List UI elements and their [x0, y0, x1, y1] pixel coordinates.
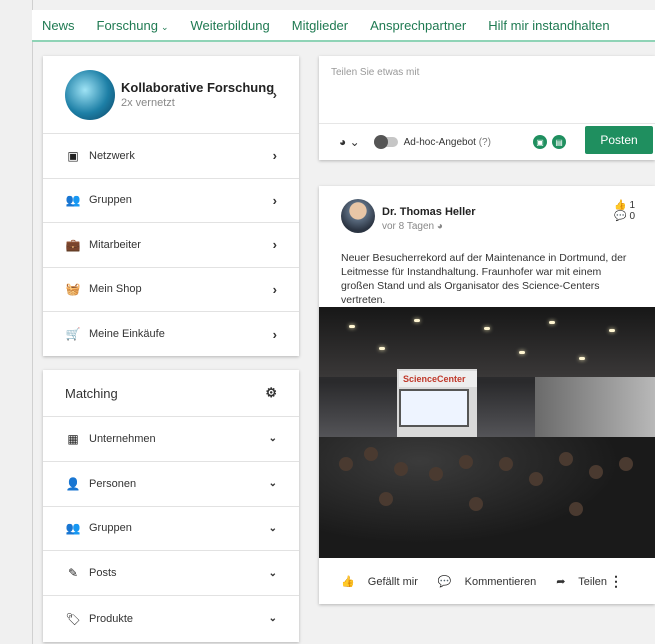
- address-book-icon: ▣: [67, 148, 79, 163]
- author-name[interactable]: Dr. Thomas Heller: [382, 206, 476, 218]
- reaction-counts: 👍 1 💬 0: [614, 200, 635, 222]
- menu-item-label: Mitarbeiter: [89, 238, 141, 251]
- chevron-right-icon: ›: [272, 326, 277, 342]
- profile-header[interactable]: Kollaborative Forschung 2x vernetzt ›: [43, 56, 299, 134]
- avatar: [65, 69, 115, 120]
- chevron-right-icon: ›: [272, 87, 277, 102]
- matching-header: Matching ⚙: [43, 370, 299, 417]
- comment-button[interactable]: 💬 Kommentieren: [438, 575, 546, 588]
- menu-item-netzwerk[interactable]: ▣ Netzwerk ›: [43, 134, 299, 179]
- nav-weiterbildung[interactable]: Weiterbildung: [190, 18, 269, 33]
- group-icon: 👥: [65, 521, 81, 536]
- building-icon: ▦: [67, 431, 79, 446]
- nav-ansprechpartner[interactable]: Ansprechpartner: [370, 18, 466, 33]
- matching-item-label: Gruppen: [89, 522, 132, 535]
- chevron-down-icon: ⌄: [268, 433, 277, 445]
- composer-card: Teilen Sie etwas mit ◕ ⌄ Ad-hoc-Angebot …: [319, 56, 655, 160]
- adhoc-label: Ad-hoc-Angebot (?): [403, 136, 491, 148]
- matching-item-unternehmen[interactable]: ▦ Unternehmen ⌄: [43, 417, 299, 462]
- nav-news[interactable]: News: [42, 18, 75, 33]
- edit-icon: ✎: [67, 566, 79, 581]
- globe-icon: ◕: [436, 221, 443, 232]
- person-icon: 👤: [65, 476, 81, 491]
- chevron-right-icon: ›: [272, 281, 277, 297]
- matching-item-label: Produkte: [89, 612, 134, 625]
- menu-item-label: Meine Einkäufe: [89, 328, 165, 341]
- chevron-right-icon: ›: [272, 148, 277, 164]
- post-photo[interactable]: ScienceCenter: [319, 307, 655, 558]
- author-avatar[interactable]: [341, 199, 375, 233]
- tag-icon: 🏷: [65, 611, 81, 626]
- more-options-icon[interactable]: ⋮: [609, 573, 623, 590]
- menu-item-label: Netzwerk: [89, 149, 135, 162]
- share-icon: ➦: [556, 575, 566, 588]
- matching-card: Matching ⚙ ▦ Unternehmen ⌄ 👤 Personen ⌄ …: [43, 370, 299, 642]
- cart-icon: 🛒: [65, 327, 81, 342]
- nav-forschung[interactable]: Forschung ⌄: [97, 18, 169, 33]
- matching-item-produkte[interactable]: 🏷 Produkte ⌄: [43, 596, 299, 641]
- chevron-right-icon: ›: [272, 192, 277, 208]
- post-text-input[interactable]: Teilen Sie etwas mit: [319, 56, 655, 124]
- adhoc-toggle[interactable]: [373, 135, 398, 149]
- feed-post-card: Dr. Thomas Heller vor 8 Tagen ◕ 👍 1 💬 0 …: [319, 186, 655, 604]
- thumbs-up-icon: 👍: [614, 200, 627, 211]
- matching-item-label: Personen: [89, 477, 137, 490]
- chevron-right-icon: ›: [272, 237, 277, 253]
- chevron-down-icon: ⌄: [268, 613, 277, 625]
- thumbs-up-icon: 👍: [341, 575, 355, 588]
- like-button[interactable]: 👍 Gefällt mir: [341, 575, 428, 588]
- comment-icon: 💬: [437, 575, 452, 588]
- matching-item-posts[interactable]: ✎ Posts ⌄: [43, 551, 299, 597]
- profile-menu-card: Kollaborative Forschung 2x vernetzt › ▣ …: [43, 56, 299, 356]
- chevron-down-icon: ⌄: [268, 522, 277, 534]
- top-navigation: News Forschung ⌄ Weiterbildung Mitglieder…: [32, 10, 655, 42]
- matching-title: Matching: [65, 385, 118, 401]
- matching-item-label: Posts: [89, 567, 117, 580]
- menu-item-label: Mein Shop: [89, 283, 142, 296]
- comment-icon: 💬: [614, 211, 627, 222]
- matching-item-label: Unternehmen: [89, 432, 156, 445]
- nav-hilf-mir-instandhalten[interactable]: Hilf mir instandhalten: [488, 18, 609, 33]
- shop-icon: 🧺: [65, 282, 81, 297]
- post-time: vor 8 Tagen ◕: [382, 221, 443, 232]
- post-button[interactable]: Posten: [585, 126, 653, 154]
- profile-title: Kollaborative Forschung: [121, 80, 275, 95]
- briefcase-icon: 💼: [65, 237, 81, 252]
- file-icon[interactable]: ▤: [552, 135, 566, 149]
- chevron-down-icon: ⌄: [268, 478, 277, 490]
- visibility-globe-icon[interactable]: ◕ ⌄: [339, 135, 360, 149]
- group-icon: 👥: [65, 193, 81, 208]
- menu-item-meine-einkaeufe[interactable]: 🛒 Meine Einkäufe ›: [43, 312, 299, 357]
- matching-item-personen[interactable]: 👤 Personen ⌄: [43, 462, 299, 507]
- matching-item-gruppen[interactable]: 👥 Gruppen ⌄: [43, 507, 299, 552]
- menu-item-mein-shop[interactable]: 🧺 Mein Shop ›: [43, 268, 299, 312]
- chevron-down-icon: ⌄: [268, 567, 277, 579]
- profile-subtitle: 2x vernetzt: [121, 97, 175, 109]
- chevron-down-icon: ⌄: [160, 21, 169, 32]
- post-header: Dr. Thomas Heller vor 8 Tagen ◕ 👍 1 💬 0: [319, 186, 655, 244]
- gear-icon[interactable]: ⚙: [265, 385, 277, 401]
- photo-sign-text: ScienceCenter: [399, 371, 477, 387]
- menu-item-label: Gruppen: [89, 194, 132, 207]
- composer-toolbar: ◕ ⌄ Ad-hoc-Angebot (?) ▣ ▤ Posten: [319, 124, 655, 160]
- share-button[interactable]: ➦ Teilen: [556, 575, 617, 588]
- menu-item-mitarbeiter[interactable]: 💼 Mitarbeiter ›: [43, 223, 299, 268]
- image-icon[interactable]: ▣: [533, 135, 547, 149]
- post-actions: 👍 Gefällt mir 💬 Kommentieren ➦ Teilen ⋮: [319, 558, 655, 604]
- menu-item-gruppen[interactable]: 👥 Gruppen ›: [43, 179, 299, 223]
- nav-mitglieder[interactable]: Mitglieder: [292, 18, 348, 33]
- post-text: Neuer Besucherrekord auf der Maintenance…: [341, 252, 627, 306]
